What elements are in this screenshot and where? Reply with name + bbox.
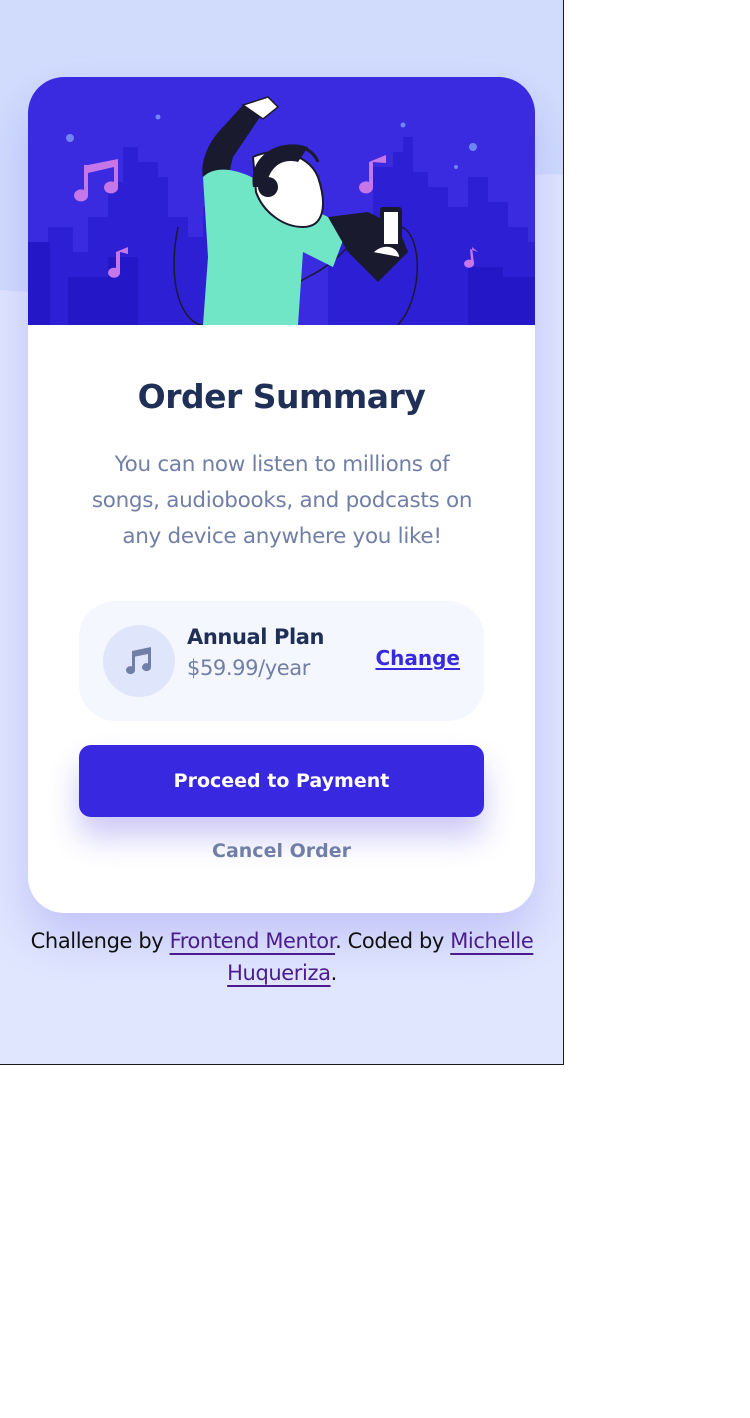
order-description: You can now listen to millions of songs,… xyxy=(91,452,473,549)
page-viewport: Order Summary You can now listen to mill… xyxy=(0,0,564,1065)
plan-summary: Annual Plan $59.99/year Change xyxy=(79,601,484,721)
proceed-to-payment-button[interactable]: Proceed to Payment xyxy=(79,745,484,817)
attribution-prefix: Challenge by xyxy=(30,929,170,953)
attribution-suffix: . xyxy=(330,961,338,985)
order-summary-card: Order Summary You can now listen to mill… xyxy=(28,77,535,913)
attribution: Challenge by Frontend Mentor. Coded by M… xyxy=(0,925,563,989)
plan-price: $59.99/year xyxy=(187,656,311,680)
frontend-mentor-link[interactable]: Frontend Mentor xyxy=(170,929,336,953)
change-plan-link[interactable]: Change xyxy=(375,646,460,670)
page-title: Order Summary xyxy=(137,377,426,416)
plan-name: Annual Plan xyxy=(187,625,325,649)
music-note-icon xyxy=(103,625,175,697)
cancel-order-button[interactable]: Cancel Order xyxy=(28,840,535,862)
attribution-middle: . Coded by xyxy=(335,929,451,953)
hero-illustration xyxy=(28,77,535,325)
